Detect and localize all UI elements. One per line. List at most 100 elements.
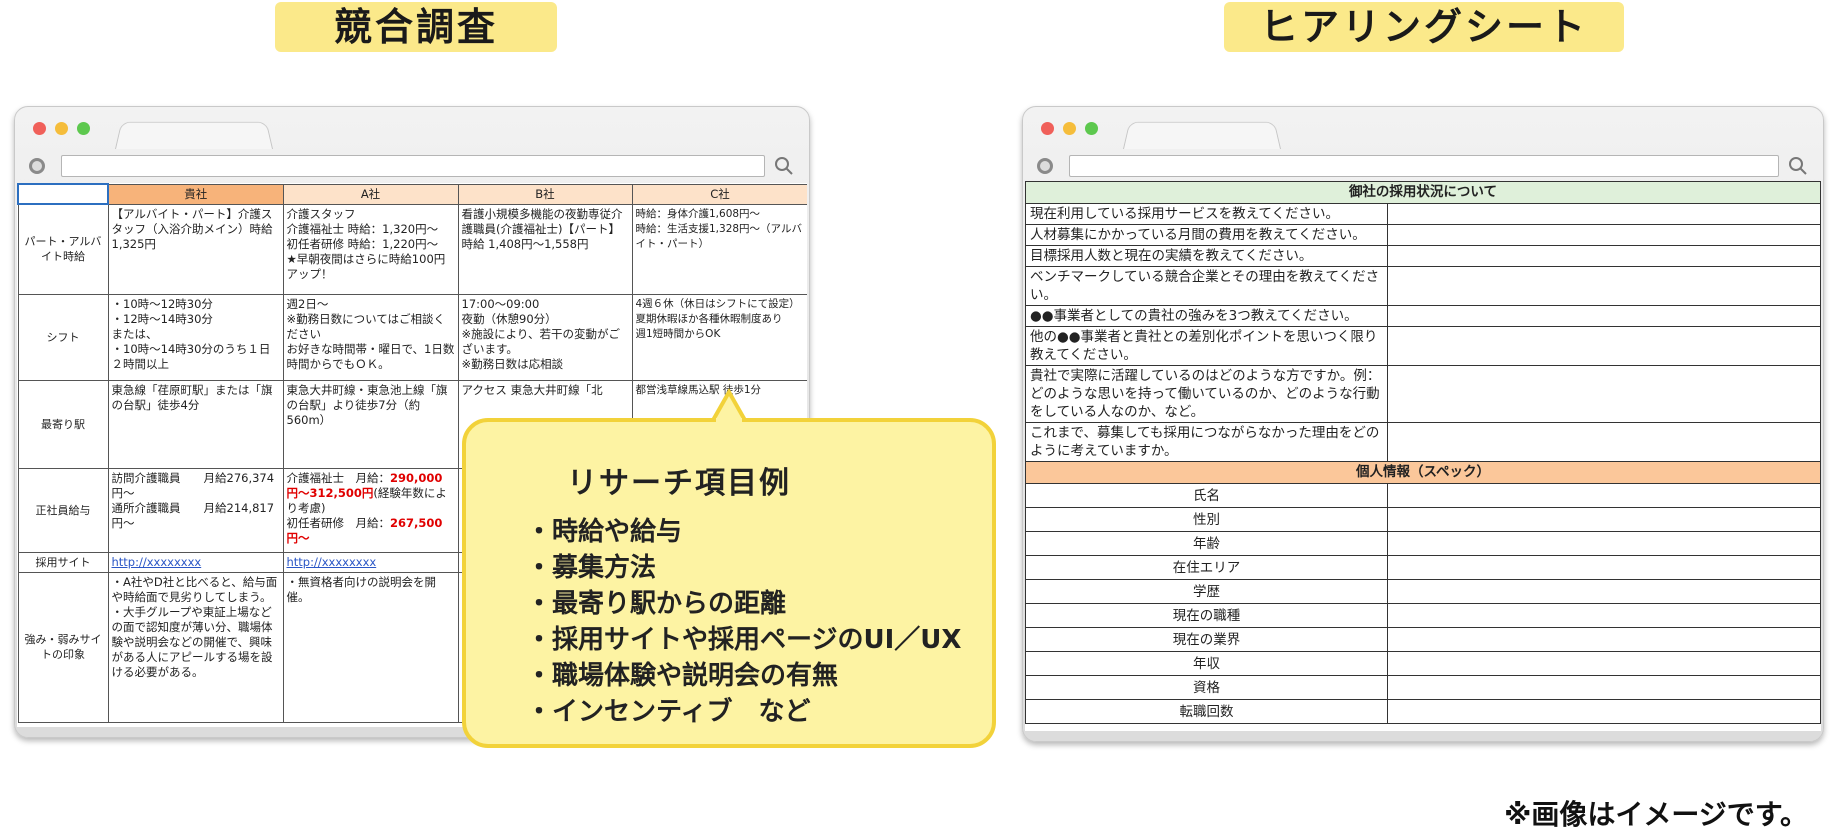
maximize-window-button[interactable]	[77, 122, 90, 135]
competitor-research-title: 競合調査	[275, 2, 557, 52]
answer-cell[interactable]	[1387, 266, 1821, 306]
field-label: 現在の職種	[1025, 603, 1388, 628]
header-company-a: A社	[282, 183, 459, 205]
research-items-callout: リサーチ項目例 ・時給や給与 ・募集方法 ・最寄り駅からの距離 ・採用サイトや採…	[462, 418, 996, 748]
minimize-window-button[interactable]	[55, 122, 68, 135]
answer-cell[interactable]	[1387, 245, 1821, 267]
table-row: シフト ・10時〜12時30分 ・12時〜14時30分 または、 ・10時〜14…	[17, 293, 807, 381]
header-corner-cell[interactable]	[17, 183, 109, 205]
url-input[interactable]	[1069, 155, 1779, 177]
callout-tail-joint	[716, 418, 742, 424]
header-our-company: 貴社	[107, 183, 284, 205]
table-cell: ・無資格者向けの説明会を開催。	[282, 571, 459, 723]
question-row: 人材募集にかかっている月間の費用を教えてください。	[1025, 224, 1821, 246]
reload-icon[interactable]	[1037, 158, 1053, 174]
table-cell: 時給：身体介護1,608円〜 時給：生活支援1,328円〜（アルバイト・パート）	[631, 203, 807, 295]
personal-field-row: 性別	[1025, 507, 1821, 532]
callout-item: ・最寄り駅からの距離	[526, 589, 787, 619]
hearing-page-content: 御社の採用状況について 現在利用している採用サービスを教えてください。 人材募集…	[1025, 181, 1821, 731]
company-a-salary-cell: 介護福祉士 月給：290,000円〜312,500円(経験年数により考慮) 初任…	[282, 467, 459, 553]
field-value[interactable]	[1387, 531, 1821, 556]
field-value[interactable]	[1387, 675, 1821, 700]
table-cell: 東急線「荏原町駅」または「旗の台駅」徒歩4分	[107, 379, 284, 469]
answer-cell[interactable]	[1387, 422, 1821, 462]
table-cell: 週2日〜 ※勤務日数についてはご相談ください お好きな時間帯・曜日で、1日数時間…	[282, 293, 459, 381]
search-icon[interactable]	[1787, 155, 1809, 177]
maximize-window-button[interactable]	[1085, 122, 1098, 135]
row-label: シフト	[17, 293, 109, 381]
question-row: 貴社で実際に活躍しているのはどのような方ですか。例：どのような思いを持って働いて…	[1025, 365, 1821, 423]
question-row: これまで、募集しても採用につながらなかった理由をどのように考えていますか。	[1025, 422, 1821, 462]
personal-field-row: 学歴	[1025, 579, 1821, 604]
section-title: 個人情報（スペック）	[1025, 461, 1821, 484]
field-value[interactable]	[1387, 555, 1821, 580]
question-text: ●●事業者としての貴社の強みを3つ教えてください。	[1025, 305, 1388, 327]
field-label: 転職回数	[1025, 699, 1388, 724]
personal-field-row: 現在の業界	[1025, 627, 1821, 652]
minimize-window-button[interactable]	[1063, 122, 1076, 135]
callout-title: リサーチ項目例	[567, 466, 791, 501]
answer-cell[interactable]	[1387, 326, 1821, 366]
question-text: 目標採用人数と現在の実績を教えてください。	[1025, 245, 1388, 267]
personal-field-row: 資格	[1025, 675, 1821, 700]
recruit-site-link[interactable]: http://xxxxxxxx	[112, 555, 202, 569]
question-text: 貴社で実際に活躍しているのはどのような方ですか。例：どのような思いを持って働いて…	[1025, 365, 1388, 423]
field-label: 学歴	[1025, 579, 1388, 604]
question-row: ベンチマークしている競合企業とその理由を教えてください。	[1025, 266, 1821, 306]
table-header-row: 貴社 A社 B社 C社	[17, 183, 807, 205]
table-row: パート・アルバイト時給 【アルバイト・パート】介護スタッフ（入浴介助メイン）時給…	[17, 203, 807, 295]
field-label: 在住エリア	[1025, 555, 1388, 580]
field-value[interactable]	[1387, 603, 1821, 628]
table-cell: 訪問介護職員 月給276,374円〜 通所介護職員 月給214,817円〜	[107, 467, 284, 553]
table-cell: 介護スタッフ 介護福祉士 時給：1,320円〜 初任者研修 時給：1,220円〜…	[282, 203, 459, 295]
table-cell: ・A社やD社と比べると、給与面や時給面で見劣りしてしまう。 ・大手グループや東証…	[107, 571, 284, 723]
url-input[interactable]	[61, 155, 765, 177]
answer-cell[interactable]	[1387, 203, 1821, 225]
window-controls	[33, 122, 90, 135]
personal-field-row: 現在の職種	[1025, 603, 1821, 628]
personal-field-row: 在住エリア	[1025, 555, 1821, 580]
salary-label: 介護福祉士 月給：	[286, 470, 391, 485]
answer-cell[interactable]	[1387, 365, 1821, 423]
question-row: ●●事業者としての貴社の強みを3つ教えてください。	[1025, 305, 1821, 327]
hearing-sheet-title: ヒアリングシート	[1224, 2, 1624, 52]
salary-label: 初任者研修 月給：	[286, 515, 391, 530]
row-label: 最寄り駅	[17, 379, 109, 469]
field-value[interactable]	[1387, 699, 1821, 724]
window-controls	[1041, 122, 1098, 135]
table-cell: http://xxxxxxxx	[282, 551, 459, 573]
row-label: 正社員給与	[17, 467, 109, 553]
table-cell: 東急大井町線・東急池上線「旗の台駅」より徒歩7分（約560m）	[282, 379, 459, 469]
field-value[interactable]	[1387, 651, 1821, 676]
recruit-site-link[interactable]: http://xxxxxxxx	[287, 555, 377, 569]
field-value[interactable]	[1387, 627, 1821, 652]
field-label: 資格	[1025, 675, 1388, 700]
personal-field-row: 転職回数	[1025, 699, 1821, 724]
field-value[interactable]	[1387, 579, 1821, 604]
browser-tab[interactable]	[115, 121, 273, 149]
close-window-button[interactable]	[33, 122, 46, 135]
close-window-button[interactable]	[1041, 122, 1054, 135]
question-text: 人材募集にかかっている月間の費用を教えてください。	[1025, 224, 1388, 246]
field-value[interactable]	[1387, 507, 1821, 532]
field-value[interactable]	[1387, 483, 1821, 508]
table-cell: 17:00〜09:00 夜勤（休憩90分） ※施設により、若干の変動がございます…	[457, 293, 633, 381]
answer-cell[interactable]	[1387, 305, 1821, 327]
field-label: 現在の業界	[1025, 627, 1388, 652]
callout-item: ・採用サイトや採用ページのUI／UX	[526, 625, 962, 655]
answer-cell[interactable]	[1387, 224, 1821, 246]
table-cell: 看護小規模多機能の夜勤専従介護職員(介護福祉士)【パート】 時給 1,408円〜…	[457, 203, 633, 295]
personal-field-row: 年収	[1025, 651, 1821, 676]
reload-icon[interactable]	[29, 158, 45, 174]
table-cell: ・10時〜12時30分 ・12時〜14時30分 または、 ・10時〜14時30分…	[107, 293, 284, 381]
callout-item: ・職場体験や説明会の有無	[526, 661, 839, 691]
callout-list: ・時給や給与 ・募集方法 ・最寄り駅からの距離 ・採用サイトや採用ページのUI／…	[526, 514, 961, 730]
browser-tab[interactable]	[1123, 121, 1281, 149]
table-cell: 4週６休（休日はシフトにて設定） 夏期休暇ほか各種休暇制度あり 週1短時間からO…	[631, 293, 807, 381]
section-header-recruitment: 御社の採用状況について	[1025, 181, 1821, 204]
header-company-b: B社	[457, 183, 633, 205]
row-label: パート・アルバイト時給	[17, 203, 109, 295]
search-icon[interactable]	[773, 155, 795, 177]
question-text: ベンチマークしている競合企業とその理由を教えてください。	[1025, 266, 1388, 306]
row-label: 強み・弱みサイトの印象	[17, 571, 109, 723]
